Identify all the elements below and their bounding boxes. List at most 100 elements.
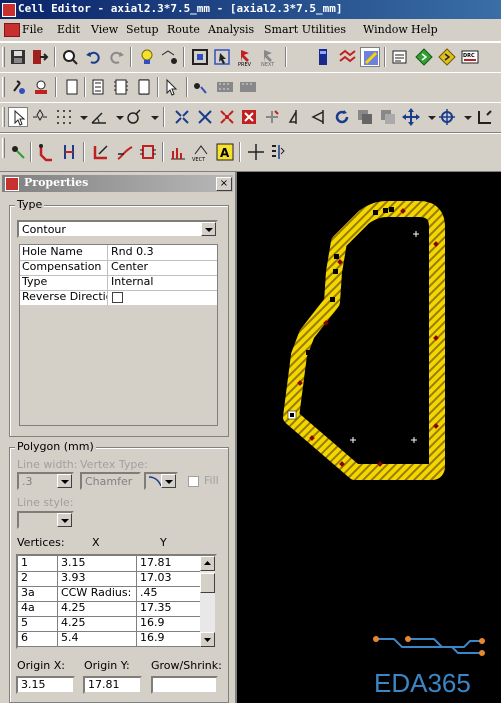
arc-style-select[interactable] xyxy=(144,472,178,490)
table-row[interactable]: 6 5.4 16.9 xyxy=(18,631,201,647)
route-corner-icon[interactable] xyxy=(475,107,495,127)
vertex-y[interactable]: 17.03 xyxy=(137,571,201,586)
vertex-x[interactable]: 5.4 xyxy=(58,631,137,646)
reverse-direction-checkbox[interactable] xyxy=(112,292,123,303)
save-icon[interactable] xyxy=(8,47,28,67)
list-icon[interactable] xyxy=(268,142,288,162)
property-row[interactable]: Hole Name Rnd 0.3 xyxy=(20,245,217,261)
vertex-x[interactable]: CCW Radius: xyxy=(58,586,137,601)
fit-board-icon[interactable] xyxy=(190,47,210,67)
layer-icon[interactable] xyxy=(313,47,333,67)
chart-icon[interactable] xyxy=(168,142,188,162)
move-dropdown-icon[interactable] xyxy=(422,107,436,127)
menu-smart-utilities[interactable]: Smart Utilities xyxy=(264,23,346,36)
undo-icon[interactable] xyxy=(84,47,104,67)
chevron-down-icon[interactable] xyxy=(161,474,176,488)
vertex-y[interactable]: 17.81 xyxy=(137,556,201,571)
table-row[interactable]: 5 4.25 16.9 xyxy=(18,616,201,632)
property-value[interactable]: Internal xyxy=(111,275,153,289)
close-icon[interactable]: × xyxy=(216,177,232,191)
add-via-icon[interactable] xyxy=(414,47,434,67)
vertex-type-select[interactable]: Chamfer xyxy=(80,472,141,490)
select-net-icon[interactable] xyxy=(159,47,179,67)
table-row[interactable]: 1 3.15 17.81 xyxy=(18,556,201,572)
grid-dropdown-icon[interactable] xyxy=(74,107,88,127)
origin-y-input[interactable]: 17.81 xyxy=(83,676,142,694)
redo-icon[interactable] xyxy=(106,47,126,67)
menu-route[interactable]: Route xyxy=(167,23,200,36)
select-arrow-icon[interactable] xyxy=(8,107,28,127)
stack-icon[interactable] xyxy=(378,107,398,127)
dimension-dropdown-icon[interactable] xyxy=(110,107,124,127)
pin-array2-icon[interactable] xyxy=(111,77,131,97)
prev-icon[interactable]: PREV xyxy=(237,47,257,67)
toolbar-grip[interactable] xyxy=(2,77,5,97)
vertex-marker[interactable] xyxy=(315,341,320,346)
exit-icon[interactable] xyxy=(30,47,50,67)
menu-edit[interactable]: Edit xyxy=(57,23,80,36)
place-pin-icon[interactable] xyxy=(8,77,28,97)
toolbar-grip[interactable] xyxy=(2,47,5,67)
vertex-marker[interactable] xyxy=(333,269,338,274)
pin-array-icon[interactable] xyxy=(88,77,108,97)
property-row[interactable]: Reverse Direction xyxy=(20,290,217,306)
menu-setup[interactable]: Setup xyxy=(126,23,159,36)
vertex-y[interactable]: 16.9 xyxy=(137,631,201,646)
vertex-y[interactable]: 16.9 xyxy=(137,616,201,631)
table-row[interactable]: 2 3.93 17.03 xyxy=(18,571,201,587)
hatch-icon[interactable] xyxy=(337,47,357,67)
vector-icon[interactable]: VECT xyxy=(191,142,211,162)
copy-block-icon[interactable] xyxy=(355,107,375,127)
route-icon[interactable] xyxy=(36,142,56,162)
vertex-x[interactable]: 4.25 xyxy=(58,601,137,616)
property-value[interactable]: Center xyxy=(111,260,148,274)
property-row[interactable]: Compensation Center xyxy=(20,260,217,276)
contour-polygon[interactable] xyxy=(283,201,445,480)
toolbar-grip[interactable] xyxy=(2,138,5,158)
group-icon[interactable] xyxy=(189,77,209,97)
vertices-scrollbar[interactable] xyxy=(200,556,215,647)
chevron-down-icon[interactable] xyxy=(57,513,72,527)
vertex-x[interactable]: 3.93 xyxy=(58,571,137,586)
menu-file[interactable]: File xyxy=(22,23,43,36)
table-row[interactable]: 4a 4.25 17.35 xyxy=(18,601,201,617)
chevron-down-icon[interactable] xyxy=(57,474,72,488)
panel-title-bar[interactable]: Properties × xyxy=(2,175,233,192)
origin-marker[interactable] xyxy=(287,410,297,420)
group2-icon[interactable] xyxy=(215,77,235,97)
distribute-icon[interactable] xyxy=(195,107,215,127)
vertex-y[interactable]: .45 xyxy=(137,586,201,601)
highlight-icon[interactable] xyxy=(137,47,157,67)
menu-window[interactable]: Window xyxy=(363,23,408,36)
rotate-icon[interactable] xyxy=(332,107,352,127)
table-row[interactable]: 3a CCW Radius: .45 xyxy=(18,586,201,602)
vertex-marker[interactable] xyxy=(330,297,335,302)
component-icon[interactable] xyxy=(138,142,158,162)
display-control-icon[interactable] xyxy=(360,47,380,67)
vertex-y[interactable]: 17.35 xyxy=(137,601,201,616)
property-value[interactable]: Rnd 0.3 xyxy=(111,245,154,259)
rotate-right-icon[interactable] xyxy=(308,107,328,127)
document-icon[interactable] xyxy=(4,23,20,37)
move-cross-icon[interactable] xyxy=(401,107,421,127)
menu-help[interactable]: Help xyxy=(411,23,438,36)
vertex-marker[interactable] xyxy=(389,207,394,212)
select-area-icon[interactable] xyxy=(30,107,50,127)
scroll-up-icon[interactable] xyxy=(200,556,215,571)
type-select[interactable]: Contour xyxy=(17,220,218,238)
design-canvas[interactable]: EDA365 xyxy=(237,172,501,703)
menu-analysis[interactable]: Analysis xyxy=(208,23,254,36)
menu-view[interactable]: View xyxy=(91,23,118,36)
flip-icon[interactable] xyxy=(217,107,237,127)
text-icon[interactable]: A xyxy=(215,142,235,162)
drc-icon[interactable]: DRC xyxy=(460,47,480,67)
fill-checkbox[interactable] xyxy=(188,476,199,487)
scroll-thumb[interactable] xyxy=(200,573,215,593)
target-dropdown-icon[interactable] xyxy=(458,107,472,127)
copy-icon[interactable] xyxy=(62,77,82,97)
measure-icon[interactable] xyxy=(59,142,79,162)
place-part-icon[interactable] xyxy=(31,77,51,97)
line-width-select[interactable]: .3 xyxy=(17,472,74,490)
drc-check-icon[interactable] xyxy=(437,47,457,67)
chevron-down-icon[interactable] xyxy=(201,222,216,236)
